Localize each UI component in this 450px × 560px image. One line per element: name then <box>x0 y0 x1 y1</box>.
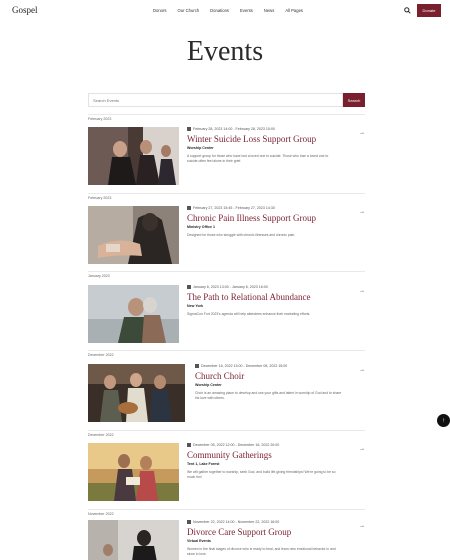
donate-button[interactable]: Donate <box>417 4 441 17</box>
event-image[interactable] <box>88 206 179 264</box>
event-info: December 05, 2022 12:00 - December 16, 2… <box>187 443 337 480</box>
event-date: January 6, 2023 13:00 - January 6, 2023 … <box>187 285 362 289</box>
month-separator: December 2022 <box>88 430 365 437</box>
site-logo[interactable]: Gospel <box>12 5 38 15</box>
event-image[interactable] <box>88 285 179 343</box>
event-info: February 27, 2023 15:45 - February 27, 2… <box>187 206 337 238</box>
event-image[interactable] <box>88 443 179 501</box>
event-image[interactable] <box>88 364 185 422</box>
calendar-icon <box>187 443 191 447</box>
event-date: February 27, 2023 15:45 - February 27, 2… <box>187 206 337 210</box>
event-date: December 05, 2022 12:00 - December 16, 2… <box>187 443 337 447</box>
month-label: November 2022 <box>88 512 114 516</box>
event-info: February 28, 2023 14:00 - February 28, 2… <box>187 127 337 164</box>
event-venue: Virtual Events <box>187 539 211 543</box>
event-title[interactable]: Community Gatherings <box>187 450 337 460</box>
search-input[interactable] <box>88 93 343 107</box>
event-venue: Worship Center <box>187 146 214 150</box>
event-description: We will gather together to worship, seek… <box>187 470 336 479</box>
event-title[interactable]: The Path to Relational Abundance <box>187 292 362 302</box>
arrow-right-icon[interactable]: → <box>359 367 365 373</box>
site-header: Gospel Donors Our Church Donations Event… <box>0 0 450 22</box>
event-image[interactable] <box>88 127 179 185</box>
nav-item-events[interactable]: Events <box>240 8 253 13</box>
event-title[interactable]: Chronic Pain Illness Support Group <box>187 213 337 223</box>
event-date-text: December 05, 2022 12:00 - December 16, 2… <box>193 443 280 447</box>
event-date: November 22, 2022 14:00 - November 22, 2… <box>187 520 337 524</box>
event-venue: Tent 1, Lake Forest <box>187 462 220 466</box>
month-label: February 2023 <box>88 196 112 200</box>
arrow-right-icon[interactable]: → <box>359 209 365 215</box>
arrow-right-icon[interactable]: → <box>359 288 365 294</box>
month-separator: December 2022 <box>88 350 365 357</box>
event-date: February 28, 2023 14:00 - February 28, 2… <box>187 127 337 131</box>
event-venue: Ministry Office 1 <box>187 225 215 229</box>
event-info: November 22, 2022 14:00 - November 22, 2… <box>187 520 337 557</box>
event-description: Women in the final stages of divorce who… <box>187 547 336 556</box>
event-row: February 27, 2023 15:45 - February 27, 2… <box>88 206 365 266</box>
event-row: December 16, 2022 13:00 - December 08, 2… <box>88 364 365 424</box>
calendar-icon <box>187 127 191 131</box>
calendar-icon <box>195 364 199 368</box>
event-row: November 22, 2022 14:00 - November 22, 2… <box>88 520 365 560</box>
main-nav: Donors Our Church Donations Events News … <box>153 8 314 13</box>
month-label: January 2023 <box>88 274 110 278</box>
event-date-text: February 28, 2023 14:00 - February 28, 2… <box>193 127 275 131</box>
event-info: December 16, 2022 13:00 - December 08, 2… <box>195 364 345 401</box>
event-description: Choir is an amazing place to develop and… <box>195 391 342 400</box>
arrow-up-icon: ↑ <box>442 417 445 424</box>
event-date-text: February 27, 2023 15:45 - February 27, 2… <box>193 206 275 210</box>
event-date: December 16, 2022 13:00 - December 08, 2… <box>195 364 345 368</box>
calendar-icon <box>187 285 191 289</box>
event-date-text: January 6, 2023 13:00 - January 6, 2023 … <box>193 285 268 289</box>
month-label: February 2023 <box>88 117 112 121</box>
search-icon[interactable] <box>404 7 411 14</box>
event-row: December 05, 2022 12:00 - December 16, 2… <box>88 443 365 503</box>
nav-item-our-church[interactable]: Our Church <box>178 8 200 13</box>
month-separator: February 2023 <box>88 193 365 200</box>
event-description: Designed for those who struggle with chr… <box>187 233 296 237</box>
month-label: December 2022 <box>88 353 114 357</box>
nav-item-news[interactable]: News <box>264 8 274 13</box>
event-venue: Worship Center <box>195 383 222 387</box>
event-date-text: December 16, 2022 13:00 - December 08, 2… <box>201 364 288 368</box>
scroll-to-top-button[interactable]: ↑ <box>437 414 450 427</box>
event-info: January 6, 2023 13:00 - January 6, 2023 … <box>187 285 362 317</box>
search-button[interactable]: Search <box>343 93 365 107</box>
arrow-right-icon[interactable]: → <box>359 523 365 529</box>
calendar-icon <box>187 206 191 210</box>
event-description: A support group for those who have lost … <box>187 154 329 163</box>
page-title: Events <box>186 36 264 67</box>
month-separator: January 2023 <box>88 271 365 278</box>
month-label: December 2022 <box>88 433 114 437</box>
nav-item-donors[interactable]: Donors <box>153 8 167 13</box>
event-row: February 28, 2023 14:00 - February 28, 2… <box>88 127 365 187</box>
nav-item-donations[interactable]: Donations <box>210 8 229 13</box>
arrow-right-icon[interactable]: → <box>359 130 365 136</box>
month-separator: February 2023 <box>88 114 365 121</box>
nav-item-all-pages[interactable]: All Pages <box>285 8 303 13</box>
event-title[interactable]: Church Choir <box>195 371 345 381</box>
event-title[interactable]: Divorce Care Support Group <box>187 527 337 537</box>
event-description: SigmaCon Fort 2023's agenda will help at… <box>187 312 311 316</box>
event-search: Search <box>88 93 365 107</box>
arrow-right-icon[interactable]: → <box>359 446 365 452</box>
event-row: January 6, 2023 13:00 - January 6, 2023 … <box>88 285 365 345</box>
calendar-icon <box>187 520 191 524</box>
month-separator: November 2022 <box>88 509 365 516</box>
event-date-text: November 22, 2022 14:00 - November 22, 2… <box>193 520 280 524</box>
event-venue: New York <box>187 304 204 308</box>
event-image[interactable] <box>88 520 179 560</box>
event-title[interactable]: Winter Suicide Loss Support Group <box>187 134 337 144</box>
